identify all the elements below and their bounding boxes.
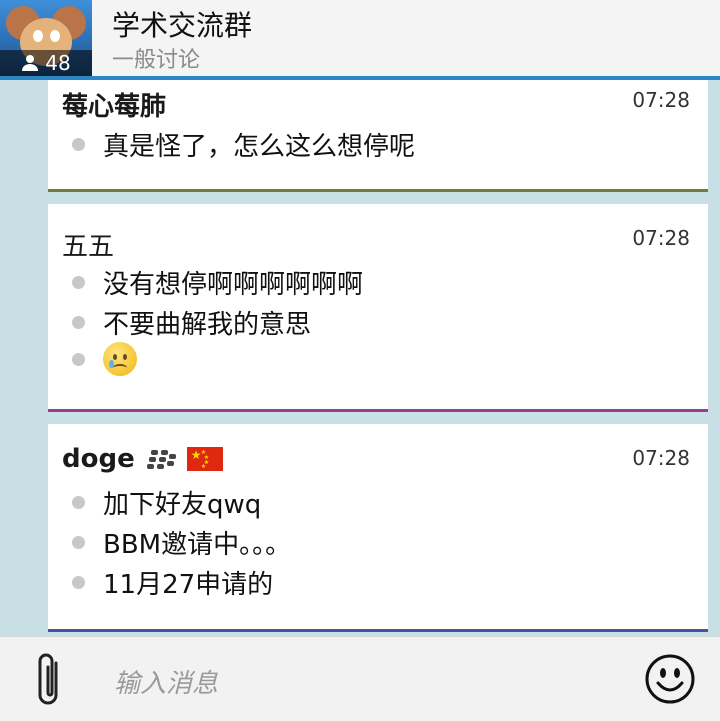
person-icon [22,55,39,71]
bullet-dot [72,496,85,509]
message-text: 不要曲解我的意思 [103,310,312,340]
message-card[interactable]: 莓心莓肺 07:28 真是怪了，怎么这么想停呢 [48,80,708,192]
blackberry-icon [146,448,177,470]
message-line: BBM邀请中。。。 [72,524,291,561]
message-time: 07:28 [632,446,690,470]
avatar-eye-left [33,30,43,42]
attachment-icon[interactable] [30,651,70,711]
message-text: 加下好友qwq [103,490,262,520]
message-line: 不要曲解我的意思 [72,304,311,341]
message-sender: 莓心莓肺 [62,92,167,122]
crying-face-icon [103,342,137,376]
bullet-dot [72,536,85,549]
chat-header: 48 学术交流群 一般讨论 [0,0,720,80]
message-card[interactable]: doge ★ ★ ★ ★ ★ 07:28 加下好友qwq BBM邀请中。。。 1… [48,424,708,632]
bullet-dot [72,576,85,589]
bullet-dot [72,276,85,289]
message-line: 没有想停啊啊啊啊啊啊 [72,264,363,301]
message-text: BBM邀请中。。。 [103,530,292,560]
bullet-dot [72,316,85,329]
group-subtitle: 一般讨论 [112,48,201,73]
message-text: 真是怪了，怎么这么想停呢 [103,132,416,162]
member-count: 48 [45,51,71,75]
message-time: 07:28 [632,88,690,112]
emoji-picker-icon[interactable] [644,653,696,705]
message-composer: 输入消息 [0,636,720,721]
message-sender-name: doge [62,444,135,474]
message-text: 没有想停啊啊啊啊啊啊 [103,270,364,300]
member-count-badge: 48 [0,50,92,76]
message-list[interactable]: 莓心莓肺 07:28 真是怪了，怎么这么想停呢 五五 07:28 没有想停啊啊啊… [0,80,720,636]
message-line: 真是怪了，怎么这么想停呢 [72,126,415,163]
avatar-eye-right [50,30,60,42]
message-time: 07:28 [632,226,690,250]
group-title: 学术交流群 [112,9,253,42]
message-input[interactable]: 输入消息 [114,663,218,700]
message-line [72,342,137,376]
message-sender: doge ★ ★ ★ ★ ★ [62,444,223,474]
bullet-dot [72,138,85,151]
message-line: 加下好友qwq [72,484,261,521]
message-line: 11月27申请的 [72,564,273,601]
group-avatar[interactable]: 48 [0,0,92,76]
message-card[interactable]: 五五 07:28 没有想停啊啊啊啊啊啊 不要曲解我的意思 [48,204,708,412]
message-text: 11月27申请的 [103,570,274,600]
china-flag-icon: ★ ★ ★ ★ ★ [186,447,223,471]
bullet-dot [72,352,85,366]
message-sender: 五五 [62,232,115,262]
